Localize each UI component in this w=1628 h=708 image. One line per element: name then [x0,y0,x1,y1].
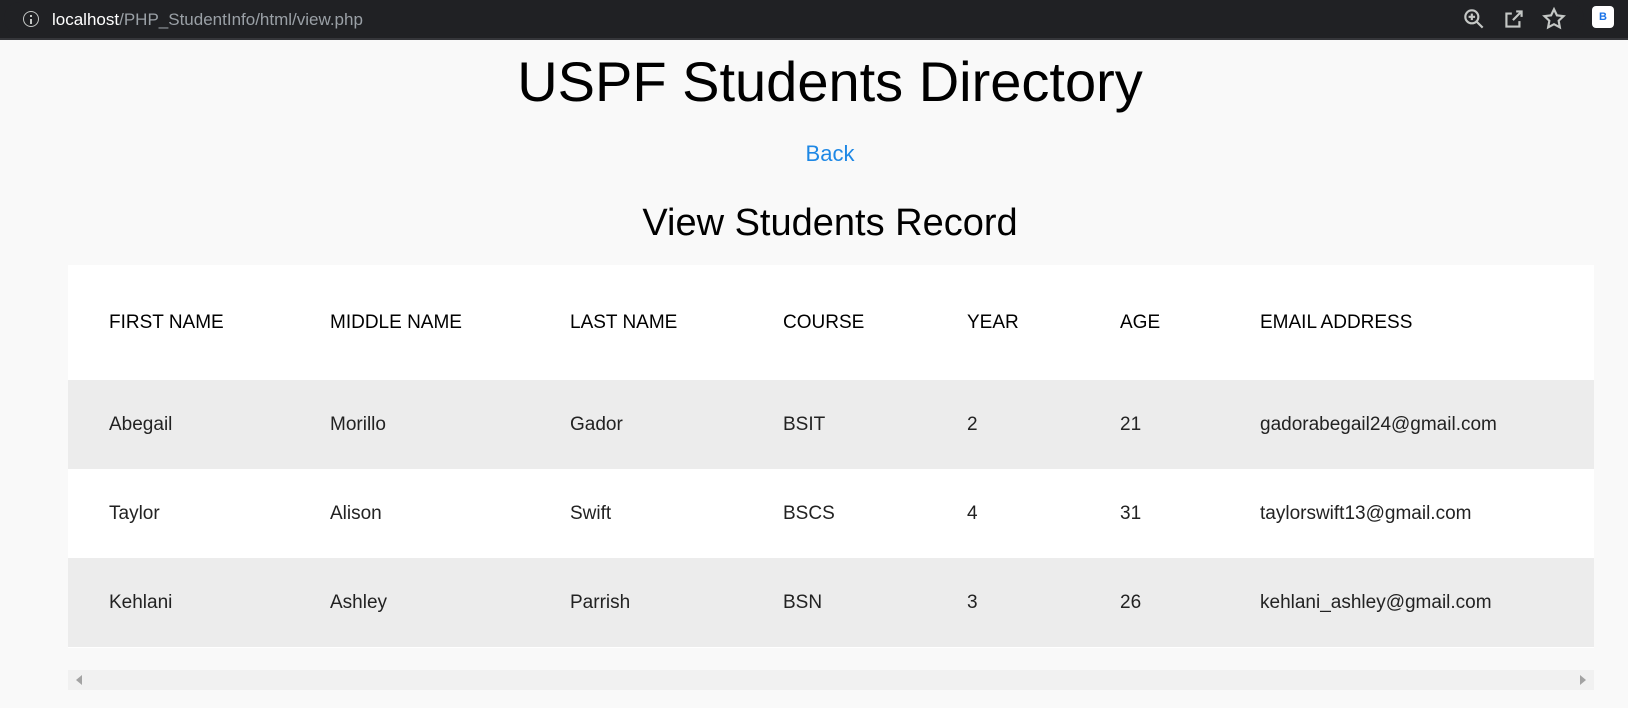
address-bar[interactable]: localhost/PHP_StudentInfo/html/view.php [4,2,1584,34]
header-last-name: LAST NAME [570,311,678,333]
students-table-container: FIRST NAME MIDDLE NAME LAST NAME COURSE … [68,265,1594,648]
info-icon[interactable] [23,11,39,27]
zoom-icon[interactable] [1461,6,1487,32]
scroll-right-arrow-icon[interactable] [1580,675,1586,685]
cell-last-name: Gador [529,380,742,469]
table-row: Abegail Morillo Gador BSIT 2 21 gadorabe… [68,380,1594,469]
extension-icon[interactable]: B [1592,6,1614,28]
table-header-row: FIRST NAME MIDDLE NAME LAST NAME COURSE … [68,265,1594,380]
cell-year: 4 [926,469,1079,558]
header-age: AGE [1120,311,1161,333]
header-course: COURSE [783,311,865,333]
cell-email: taylorswift13@gmail.com [1219,469,1594,558]
cell-age: 26 [1079,558,1219,647]
url-text[interactable]: localhost/PHP_StudentInfo/html/view.php [52,10,363,30]
cell-course: BSN [742,558,926,647]
cell-course: BSIT [742,380,926,469]
header-email: EMAIL ADDRESS [1260,311,1413,333]
cell-first-name: Abegail [68,380,289,469]
cell-first-name: Taylor [68,469,289,558]
header-year: YEAR [967,311,1019,333]
cell-middle-name: Ashley [289,558,529,647]
scroll-left-arrow-icon[interactable] [76,675,82,685]
table-row: Kehlani Ashley Parrish BSN 3 26 kehlani_… [68,558,1594,647]
cell-age: 31 [1079,469,1219,558]
cell-middle-name: Alison [289,469,529,558]
star-icon[interactable] [1541,6,1567,32]
cell-email: kehlani_ashley@gmail.com [1219,558,1594,647]
cell-email: gadorabegail24@gmail.com [1219,380,1594,469]
page-title: USPF Students Directory [517,50,1143,113]
students-table: FIRST NAME MIDDLE NAME LAST NAME COURSE … [68,265,1594,647]
header-first-name: FIRST NAME [109,311,224,333]
header-middle-name: MIDDLE NAME [330,311,462,333]
table-row: Taylor Alison Swift BSCS 4 31 taylorswif… [68,469,1594,558]
cell-last-name: Parrish [529,558,742,647]
horizontal-scrollbar[interactable] [68,670,1594,690]
cell-middle-name: Morillo [289,380,529,469]
cell-year: 3 [926,558,1079,647]
cell-last-name: Swift [529,469,742,558]
section-title: View Students Record [642,202,1018,244]
cell-age: 21 [1079,380,1219,469]
cell-first-name: Kehlani [68,558,289,647]
browser-toolbar: localhost/PHP_StudentInfo/html/view.php … [0,0,1628,40]
share-icon[interactable] [1501,6,1527,32]
cell-year: 2 [926,380,1079,469]
back-link[interactable]: Back [0,141,1628,167]
cell-course: BSCS [742,469,926,558]
